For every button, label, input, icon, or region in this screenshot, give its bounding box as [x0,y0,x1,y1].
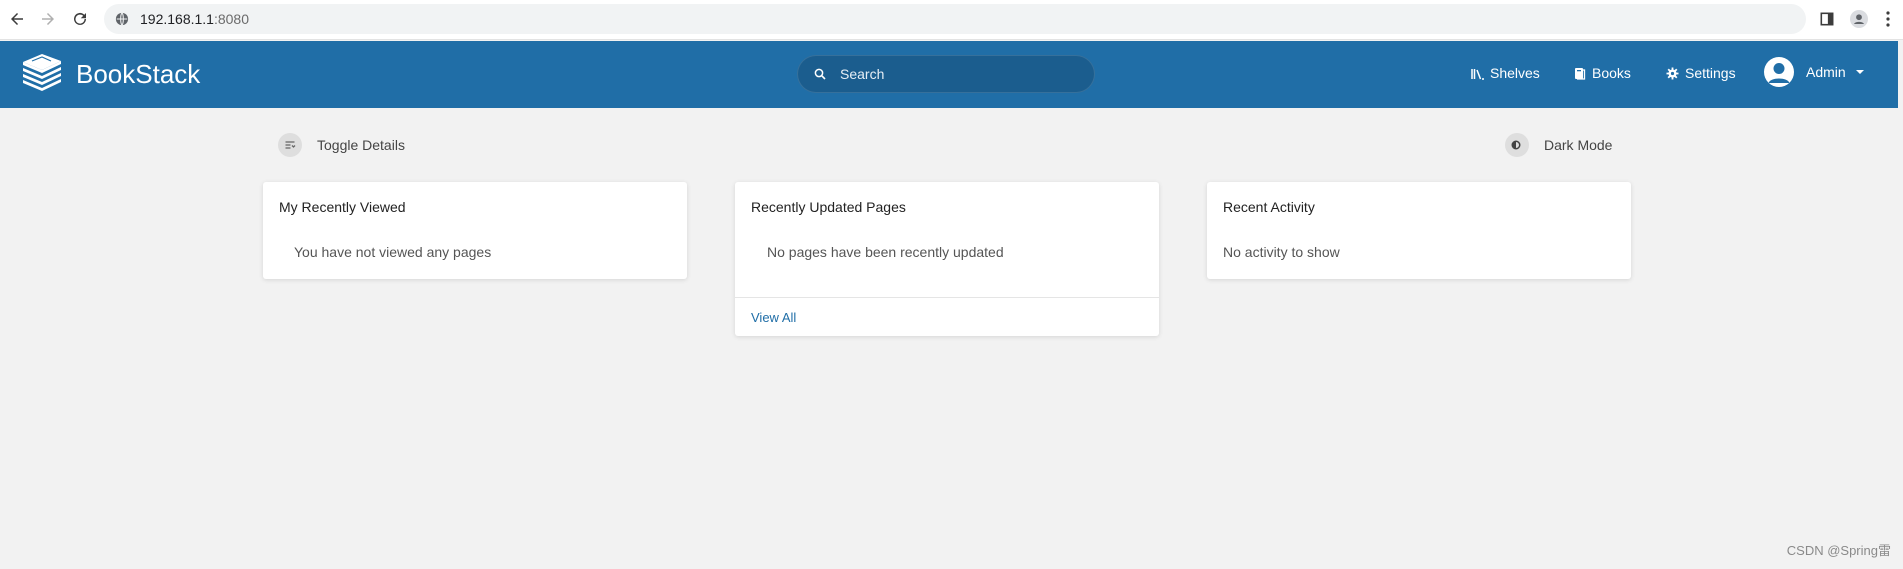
card-divider [735,297,1159,298]
dark-mode-button[interactable]: Dark Mode [1505,133,1612,157]
toggle-details-icon [278,133,302,157]
empty-message: You have not viewed any pages [294,244,492,260]
user-name[interactable]: Admin [1806,64,1846,80]
nav-settings[interactable]: Settings [1666,65,1736,81]
nav-books[interactable]: Books [1573,65,1631,81]
empty-message: No pages have been recently updated [767,244,1004,260]
browser-toolbar: 192.168.1.1:8080 [0,0,1903,40]
search-icon [814,68,826,80]
site-info-icon[interactable] [114,11,130,27]
nav-shelves[interactable]: Shelves [1471,65,1540,81]
nav-books-label: Books [1592,65,1631,81]
toggle-details-label: Toggle Details [317,137,405,153]
gear-icon [1666,67,1679,79]
app-header: BookStack Shelves Books Settings Admin [0,41,1898,108]
nav-shelves-label: Shelves [1490,65,1540,81]
nav-settings-label: Settings [1685,65,1736,81]
address-bar[interactable]: 192.168.1.1:8080 [104,4,1806,34]
empty-message: No activity to show [1223,244,1340,260]
back-arrow-icon[interactable] [6,8,28,30]
moon-icon [1505,133,1529,157]
forward-arrow-icon[interactable] [37,8,59,30]
shelves-icon [1471,68,1484,80]
card-title: My Recently Viewed [279,199,406,215]
sidebar-icon[interactable] [1816,8,1838,30]
dark-mode-label: Dark Mode [1544,137,1613,153]
toggle-details-button[interactable]: Toggle Details [278,133,405,157]
url-host: 192.168.1.1 [140,11,214,27]
reload-icon[interactable] [69,8,91,30]
card-title: Recent Activity [1223,199,1315,215]
books-icon [1575,67,1586,80]
chevron-down-icon[interactable] [1855,70,1864,74]
bookstack-logo-icon[interactable] [20,53,64,93]
url-port: :8080 [213,11,250,27]
more-vert-icon[interactable] [1877,8,1899,30]
card-title: Recently Updated Pages [751,199,906,215]
recent-activity-card: Recent Activity No activity to show [1207,182,1631,279]
recently-viewed-card: My Recently Viewed You have not viewed a… [263,182,687,279]
brand-name[interactable]: BookStack [76,59,200,90]
user-menu[interactable]: Admin [1764,57,1864,87]
search-input[interactable] [840,66,1080,82]
watermark: CSDN @Spring雷 [1786,543,1891,558]
view-all-link[interactable]: View All [751,310,796,325]
avatar[interactable] [1764,57,1794,87]
profile-icon[interactable] [1848,8,1870,30]
search-box[interactable] [797,55,1095,93]
recently-updated-card: Recently Updated Pages No pages have bee… [735,182,1159,336]
